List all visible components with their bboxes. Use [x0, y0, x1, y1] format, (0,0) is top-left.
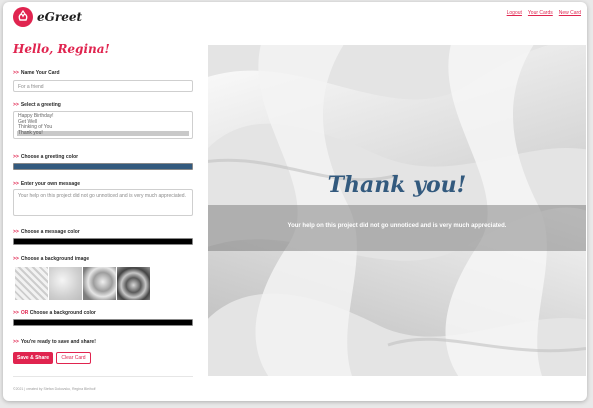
your-cards-link[interactable]: Your Cards — [528, 10, 553, 16]
background-image-options — [15, 267, 150, 300]
top-nav: Logout Your Cards New Card — [507, 10, 581, 16]
card-preview: Thank you! Your help on this project did… — [208, 45, 586, 376]
background-thumb-1[interactable] — [15, 267, 48, 300]
background-thumb-4[interactable] — [117, 267, 150, 300]
card-form: Hello, Regina! >> Name Your Card For a fr… — [13, 42, 193, 391]
message-color-label: >> Choose a message color — [13, 229, 80, 235]
user-greeting: Hello, Regina! — [13, 42, 110, 56]
background-color-label: >> OR Choose a background color — [13, 310, 96, 316]
label-text: Choose a background color — [29, 310, 96, 316]
greeting-color-picker[interactable] — [13, 163, 193, 170]
arrow-marker: >> — [13, 310, 19, 316]
or-word: OR — [20, 310, 29, 316]
greeting-color-label: >> Choose a greeting color — [13, 154, 78, 160]
background-image-label: >> Choose a background image — [13, 256, 89, 262]
arrow-marker: >> — [13, 102, 19, 108]
card-message: Your help on this project did not go unn… — [287, 223, 507, 229]
label-text: You're ready to save and share! — [20, 339, 96, 345]
logo-icon — [13, 7, 33, 27]
logo[interactable]: eGreet — [13, 6, 109, 28]
label-text: Choose a message color — [20, 229, 80, 235]
card-title: Thank you! — [327, 172, 467, 198]
app-window: eGreet Logout Your Cards New Card Hello,… — [3, 2, 587, 401]
arrow-marker: >> — [13, 181, 19, 187]
new-card-link[interactable]: New Card — [559, 10, 581, 16]
label-text: Enter your own message — [20, 181, 81, 187]
background-thumb-3[interactable] — [83, 267, 116, 300]
app-name: eGreet — [37, 10, 83, 24]
clear-card-button[interactable]: Clear Card — [56, 352, 91, 364]
arrow-marker: >> — [13, 70, 19, 76]
label-text: Name Your Card — [20, 70, 60, 76]
card-name-placeholder: For a friend — [18, 84, 44, 90]
footer-credits: ©2021 | created by Stefan Dokovsko, Regi… — [13, 387, 96, 391]
select-greeting-label: >> Select a greeting — [13, 102, 61, 108]
card-name-input[interactable]: For a friend — [13, 80, 193, 92]
footer-divider — [13, 376, 193, 377]
arrow-marker: >> — [13, 154, 19, 160]
message-color-picker[interactable] — [13, 238, 193, 245]
greeting-select[interactable]: Happy Birthday! Get Well Thinking of You… — [13, 111, 193, 139]
label-text: Select a greeting — [20, 102, 61, 108]
ready-label: >> You're ready to save and share! — [13, 339, 96, 345]
arrow-marker: >> — [13, 229, 19, 235]
label-text: Choose a greeting color — [20, 154, 79, 160]
background-thumb-2[interactable] — [49, 267, 82, 300]
message-textarea[interactable]: Your help on this project did not go unn… — [13, 189, 193, 216]
arrow-marker: >> — [13, 339, 19, 345]
message-label: >> Enter your own message — [13, 181, 80, 187]
arrow-marker: >> — [13, 256, 19, 262]
greeting-option-selected[interactable]: Thank you! — [17, 130, 189, 137]
logout-link[interactable]: Logout — [507, 10, 522, 16]
label-text: Choose a background image — [20, 256, 90, 262]
save-share-button[interactable]: Save & Share — [13, 352, 53, 364]
name-card-label: >> Name Your Card — [13, 70, 60, 76]
background-color-picker[interactable] — [13, 319, 193, 326]
